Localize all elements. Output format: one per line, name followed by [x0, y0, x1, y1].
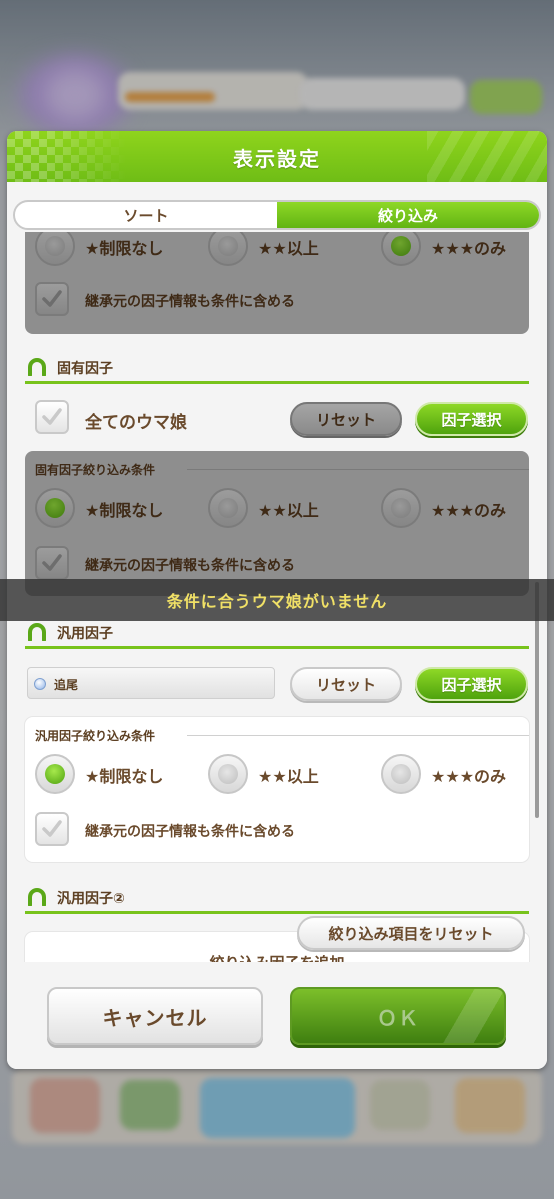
unique-conditions-panel: 固有因子絞り込み条件 ★制限なし ★★以上 ★★★のみ 継承元の因子情報も条件に…	[25, 451, 529, 596]
unique-factor-reset-button[interactable]: リセット	[290, 402, 402, 436]
dialog-footer: キャンセル ＯＫ	[7, 963, 547, 1069]
general-factor-2-heading: 汎用因子②	[25, 886, 529, 914]
no-match-toast: 条件に合うウマ娘がいません	[0, 579, 554, 621]
ok-button[interactable]: ＯＫ	[290, 987, 506, 1045]
unique-factor-select-button[interactable]: 因子選択	[415, 402, 528, 436]
dialog-header: 表示設定	[7, 131, 547, 182]
unique-conditions-title-line	[187, 469, 529, 470]
top-radio-two-star-label: ★★以上	[258, 239, 319, 258]
unique-factor-heading-text: 固有因子	[57, 361, 113, 377]
ok-button-stripe	[434, 989, 504, 1043]
ok-button-label: ＯＫ	[377, 1005, 419, 1030]
general-radio-no-limit-label: ★制限なし	[85, 767, 164, 786]
general-conditions-title-line	[187, 735, 529, 736]
general-factor-selected-field[interactable]: 追尾	[27, 667, 275, 699]
top-radio-two-star[interactable]	[208, 232, 248, 266]
unique-radio-no-limit[interactable]	[35, 488, 75, 528]
unique-factor-heading: 固有因子	[25, 356, 529, 384]
general-factor-heading: 汎用因子	[25, 621, 529, 649]
general-inherit-checkbox[interactable]	[35, 812, 69, 846]
general-radio-two-star-label: ★★以上	[258, 767, 319, 786]
top-radio-no-limit[interactable]	[35, 232, 75, 266]
general-factor-select-button[interactable]: 因子選択	[415, 667, 528, 701]
general-factor-reset-button[interactable]: リセット	[290, 667, 402, 701]
general-conditions-title: 汎用因子絞り込み条件	[35, 729, 156, 743]
unique-inherit-checkbox[interactable]	[35, 546, 69, 580]
general-factor-2-heading-text: 汎用因子②	[57, 891, 125, 907]
top-inherit-label: 継承元の因子情報も条件に含める	[85, 294, 295, 310]
unique-radio-three-star-label: ★★★のみ	[431, 501, 507, 520]
horseshoe-icon	[28, 358, 46, 376]
reset-all-filters-button[interactable]: 絞り込み項目をリセット	[297, 916, 525, 950]
horseshoe-icon	[28, 623, 46, 641]
general-inherit-label: 継承元の因子情報も条件に含める	[85, 824, 295, 840]
dialog-title: 表示設定	[233, 147, 321, 171]
general-radio-two-star[interactable]	[208, 754, 248, 794]
all-uma-label: 全てのウマ娘	[85, 413, 187, 433]
general-radio-three-star[interactable]	[381, 754, 421, 794]
add-factor-label: 絞り込み因子を追加	[25, 952, 529, 962]
general-conditions-panel: 汎用因子絞り込み条件 ★制限なし ★★以上 ★★★のみ 継承元の因子情報も条件に…	[25, 717, 529, 862]
tab-sort[interactable]: ソート	[15, 202, 277, 228]
unique-radio-three-star[interactable]	[381, 488, 421, 528]
tab-bar: ソート 絞り込み	[13, 200, 541, 230]
top-radio-three-star-label: ★★★のみ	[431, 239, 507, 258]
general-factor-2-heading-rule	[25, 911, 529, 914]
top-radio-no-limit-label: ★制限なし	[85, 239, 164, 258]
tab-filter[interactable]: 絞り込み	[277, 202, 539, 228]
unique-radio-no-limit-label: ★制限なし	[85, 501, 164, 520]
general-factor-heading-rule	[25, 646, 529, 649]
general-factor-selected-text: 追尾	[54, 678, 79, 692]
cancel-button[interactable]: キャンセル	[47, 987, 263, 1045]
top-radio-three-star[interactable]	[381, 232, 421, 266]
top-inherit-checkbox[interactable]	[35, 282, 69, 316]
factor-gem-icon	[34, 678, 46, 690]
top-conditions-panel: ★制限なし ★★以上 ★★★のみ 継承元の因子情報も条件に含める	[25, 232, 529, 334]
unique-conditions-title: 固有因子絞り込み条件	[35, 463, 156, 477]
unique-radio-two-star[interactable]	[208, 488, 248, 528]
all-uma-checkbox[interactable]	[35, 400, 69, 434]
general-radio-three-star-label: ★★★のみ	[431, 767, 507, 786]
unique-inherit-label: 継承元の因子情報も条件に含める	[85, 558, 295, 574]
general-factor-heading-text: 汎用因子	[57, 626, 113, 642]
general-radio-no-limit[interactable]	[35, 754, 75, 794]
horseshoe-icon	[28, 888, 46, 906]
unique-radio-two-star-label: ★★以上	[258, 501, 319, 520]
unique-factor-heading-rule	[25, 381, 529, 384]
